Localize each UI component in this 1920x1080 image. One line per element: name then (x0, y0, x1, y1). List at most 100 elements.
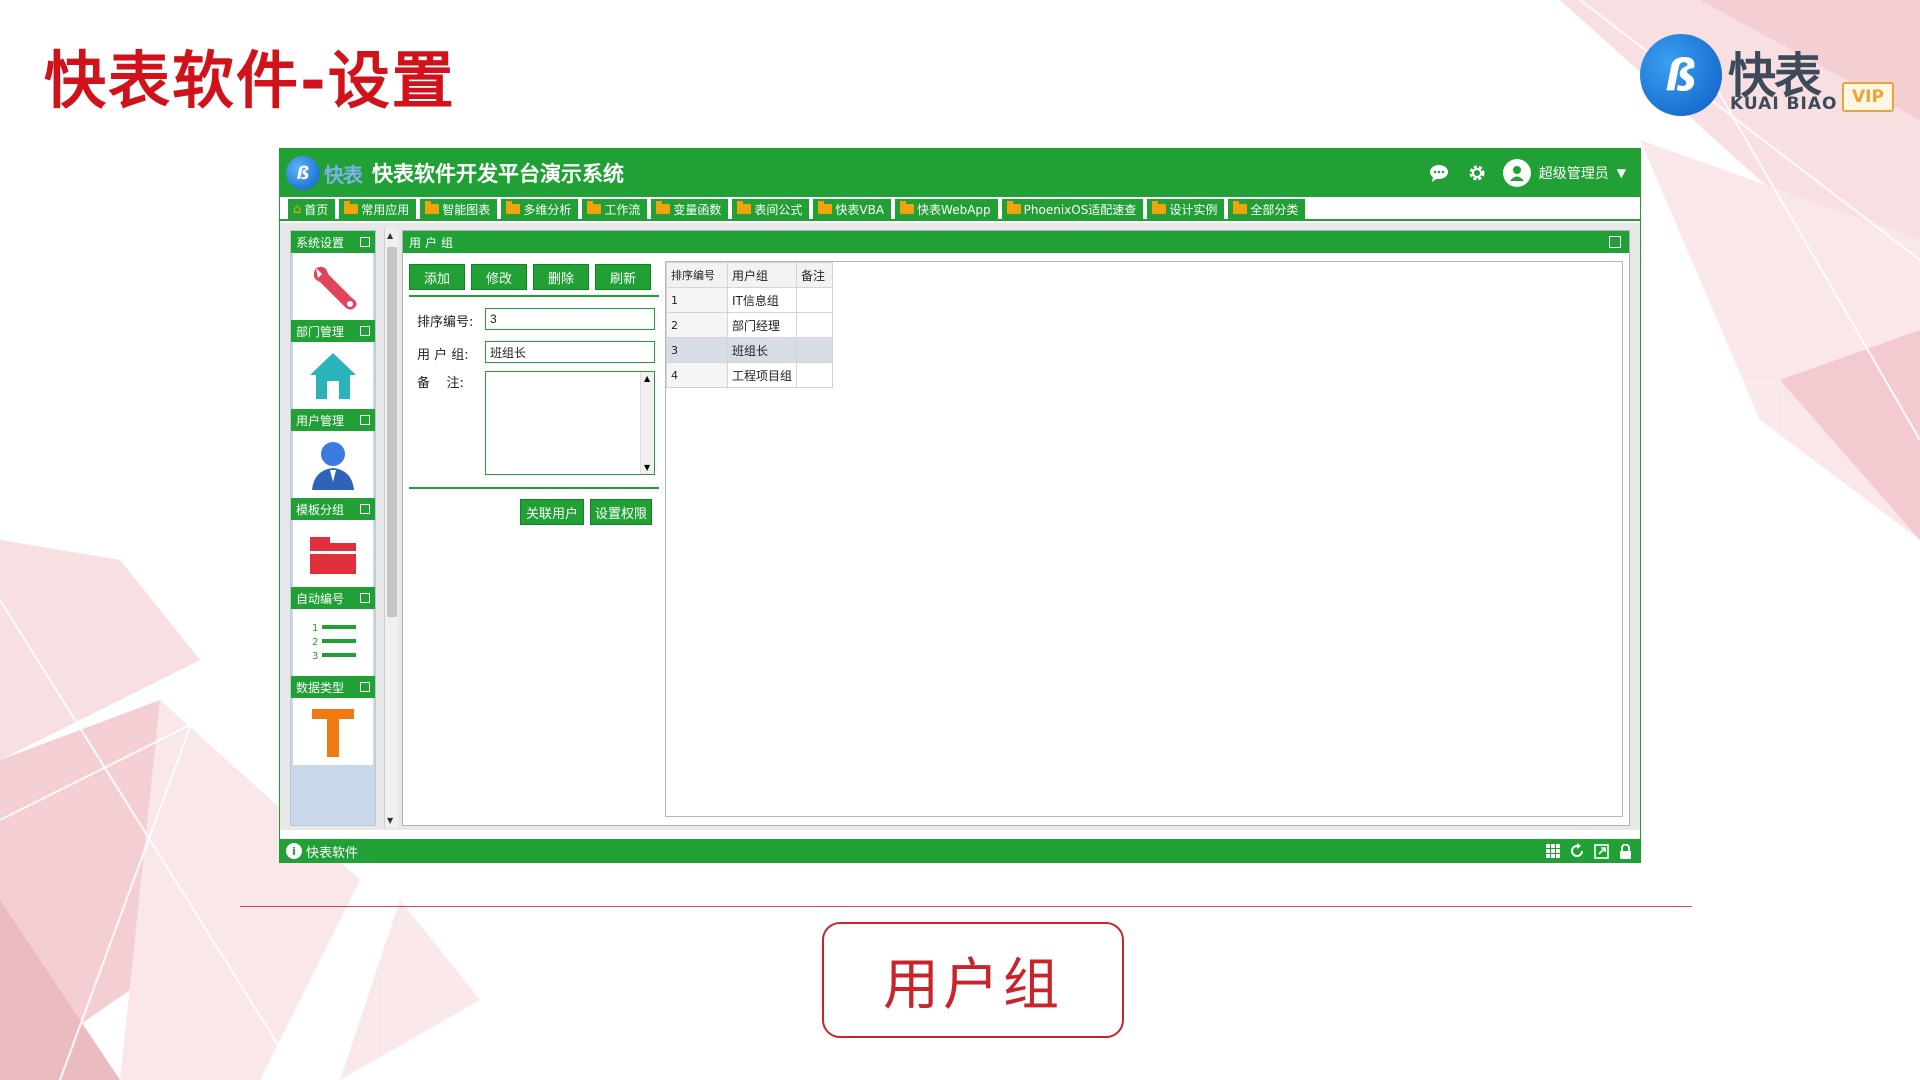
table-cell[interactable] (796, 312, 833, 338)
letter-t-icon[interactable] (293, 698, 373, 765)
app-title: 快表软件开发平台演示系统 (372, 161, 624, 186)
refresh-icon[interactable] (1568, 842, 1586, 860)
sidebar-item-auto-numbering[interactable]: 自动编号 1 2 3 (291, 587, 375, 676)
info-icon: i (286, 843, 302, 859)
tab-phoenixos[interactable]: PhoenixOS适配速查 (1001, 199, 1144, 219)
user-avatar-icon[interactable] (1502, 159, 1531, 187)
popout-icon[interactable] (360, 593, 370, 603)
column-header[interactable]: 排序编号 (666, 262, 728, 288)
svg-text:1: 1 (312, 623, 318, 634)
popout-icon[interactable] (360, 326, 370, 336)
table-cell[interactable] (796, 287, 833, 313)
tab-vba[interactable]: 快表VBA (813, 199, 892, 219)
svg-text:3: 3 (312, 651, 318, 662)
tab-all-categories[interactable]: 全部分类 (1228, 199, 1306, 219)
sidebar-item-user-management[interactable]: 用户管理 (291, 409, 375, 498)
numbered-list-icon[interactable]: 1 2 3 (293, 609, 373, 676)
folder-red-icon[interactable] (293, 520, 373, 587)
tab-multidim-analysis[interactable]: 多维分析 (501, 199, 579, 219)
popout-icon[interactable] (360, 237, 370, 247)
table-cell[interactable]: 部门经理 (727, 312, 797, 338)
table-cell[interactable] (796, 337, 833, 363)
tab-table-formulas[interactable]: 表间公式 (732, 199, 810, 219)
table-cell[interactable] (796, 362, 833, 388)
table-cell[interactable]: 4 (666, 362, 728, 388)
scroll-down-icon[interactable]: ▼ (387, 816, 393, 825)
scroll-up-icon[interactable]: ▲ (644, 374, 650, 383)
tab-smart-charts[interactable]: 智能图表 (420, 199, 498, 219)
popout-icon[interactable] (360, 682, 370, 692)
divider (409, 487, 659, 489)
user-group-input[interactable] (485, 341, 655, 363)
sidebar-item-template-groups[interactable]: 模板分组 (291, 498, 375, 587)
slide-caption: 用户组 (822, 922, 1124, 1038)
tab-label: 表间公式 (754, 202, 803, 217)
table-row[interactable]: 2 部门经理 (666, 312, 833, 338)
chat-icon[interactable] (1427, 161, 1451, 185)
table-cell[interactable]: 2 (666, 312, 728, 338)
table-row[interactable]: 1 IT信息组 (666, 287, 833, 313)
sort-number-label: 排序编号: (417, 315, 474, 330)
note-textarea[interactable]: ▲ ▼ (485, 371, 655, 475)
user-name[interactable]: 超级管理员 (1539, 163, 1609, 183)
delete-button[interactable]: 删除 (533, 264, 589, 290)
column-header[interactable]: 备注 (796, 262, 833, 288)
maximize-icon[interactable] (1609, 236, 1621, 248)
chevron-down-icon[interactable]: ▼ (1617, 166, 1626, 180)
tab-variable-functions[interactable]: 变量函数 (651, 199, 729, 219)
svg-text:2: 2 (312, 637, 318, 648)
workspace: 系统设置 部门管理 用户管理 模板分组 自动编号 1 2 3 数据类型 ▲ ▼ … (280, 223, 1640, 830)
sidebar-item-department[interactable]: 部门管理 (291, 320, 375, 409)
grid-icon[interactable] (1544, 842, 1562, 860)
column-header[interactable]: 用户组 (727, 262, 797, 288)
set-permissions-button[interactable]: 设置权限 (590, 499, 652, 525)
sort-number-input[interactable] (485, 308, 655, 330)
table-cell[interactable]: 工程项目组 (727, 362, 797, 388)
link-users-button[interactable]: 关联用户 (520, 499, 584, 525)
tab-design-examples[interactable]: 设计实例 (1147, 199, 1225, 219)
folder-icon (587, 201, 602, 214)
tab-workflow[interactable]: 工作流 (582, 199, 648, 219)
home-icon: ⌂ (293, 201, 302, 217)
person-icon[interactable] (293, 431, 373, 498)
brand-mark: ß (1640, 34, 1722, 116)
expand-icon[interactable] (1592, 842, 1610, 860)
folder-icon (900, 201, 915, 214)
edit-button[interactable]: 修改 (471, 264, 527, 290)
sidebar: 系统设置 部门管理 用户管理 模板分组 自动编号 1 2 3 数据类型 (290, 230, 376, 826)
tab-common-apps[interactable]: 常用应用 (339, 199, 417, 219)
app-logo-icon: ß (286, 156, 320, 190)
sidebar-item-data-types[interactable]: 数据类型 (291, 676, 375, 765)
tab-home[interactable]: ⌂ 首页 (288, 199, 336, 219)
table-cell[interactable]: 1 (666, 287, 728, 313)
popout-icon[interactable] (360, 415, 370, 425)
add-button[interactable]: 添加 (409, 264, 465, 290)
refresh-button[interactable]: 刷新 (595, 264, 651, 290)
lock-icon[interactable] (1616, 842, 1634, 860)
sidebar-item-system-settings[interactable]: 系统设置 (291, 231, 375, 320)
folder-icon (1006, 201, 1021, 214)
brand-logo: ß 快表 KUAI BIAO VIP (1640, 30, 1900, 125)
folder-icon (1152, 201, 1167, 214)
tab-bar: ⌂ 首页 常用应用 智能图表 多维分析 工作流 变量函数 表间公式 快表VBA 快… (280, 197, 1640, 221)
scroll-up-icon[interactable]: ▲ (387, 231, 393, 240)
table-cell[interactable]: 班组长 (727, 337, 797, 363)
scroll-down-icon[interactable]: ▼ (644, 463, 650, 472)
header-actions: 超级管理员 ▼ (1427, 149, 1626, 197)
table-cell[interactable]: IT信息组 (727, 287, 797, 313)
sidebar-item-label: 数据类型 (296, 680, 345, 695)
wrench-icon[interactable] (293, 253, 373, 320)
popout-icon[interactable] (360, 504, 370, 514)
gear-icon[interactable] (1465, 161, 1489, 185)
house-icon[interactable] (293, 342, 373, 409)
user-group-grid: 排序编号 用户组 备注 1 IT信息组 2 部门经理 3 班组长 4 工程项目组 (665, 261, 1623, 817)
table-cell[interactable]: 3 (666, 337, 728, 363)
tab-webapp[interactable]: 快表WebApp (895, 199, 998, 219)
sidebar-scrollbar[interactable]: ▲ ▼ (384, 229, 398, 827)
slide-divider (240, 906, 1692, 907)
table-row-selected[interactable]: 3 班组长 (666, 337, 833, 363)
textarea-scrollbar[interactable]: ▲ ▼ (640, 372, 654, 474)
table-row[interactable]: 4 工程项目组 (666, 362, 833, 388)
app-logo-text: 快表 (324, 162, 363, 187)
scrollbar-thumb[interactable] (387, 247, 397, 617)
